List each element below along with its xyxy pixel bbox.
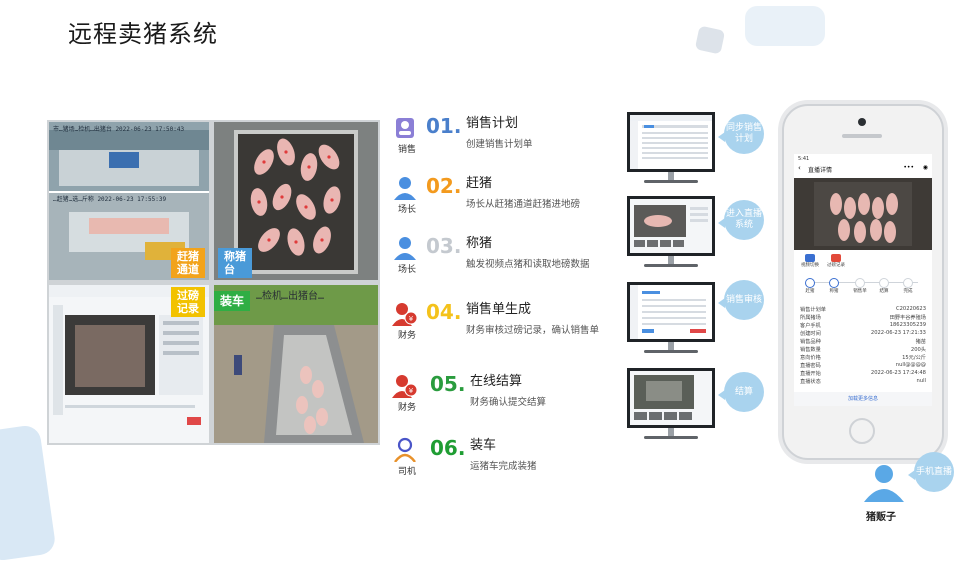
step-01: 销售 01. 销售计划 创建销售计划单 — [392, 114, 622, 174]
monitor-sales-plan — [627, 112, 715, 183]
dealer-label: 猪贩子 — [866, 512, 896, 523]
bubble-settlement: 结算 — [718, 372, 764, 412]
role-label: 场长 — [397, 205, 416, 215]
weigh-record-button[interactable]: 过磅记录 — [824, 254, 848, 268]
decor-square-small — [694, 25, 726, 55]
settlement-screen — [630, 371, 712, 425]
phone-screen: 5:41 ‹ 直播详情 ••• ◉ 视频切换 过磅记录 赶猪 称猪 销售单 结算… — [794, 154, 932, 406]
camera-overlay-top: 市…猪场…检机…出猪台 2022-06-23 17:50:43 — [53, 126, 185, 133]
table-screen — [630, 115, 712, 169]
decor-square-top-right — [745, 6, 825, 46]
bubble-mobile-live: 手机直播 — [908, 452, 954, 492]
bubble-sales-review: 销售审核 — [718, 280, 764, 320]
driver-icon — [394, 437, 416, 462]
tag-loading: 装车 — [214, 291, 251, 311]
finance-icon: ¥ — [392, 375, 418, 398]
step-number: 02. — [426, 174, 462, 198]
home-button[interactable] — [849, 418, 875, 444]
phone-header-title: 直播详情 — [808, 167, 833, 174]
progress-tracker: 赶猪 称猪 销售单 结算 完成 — [794, 278, 932, 300]
monitor-sales-review — [627, 282, 715, 353]
sales-person-icon — [396, 118, 414, 138]
phone-video[interactable] — [794, 178, 932, 250]
phone-header: ‹ 直播详情 ••• ◉ — [794, 164, 932, 176]
video-switch-button[interactable]: 视频切换 — [798, 254, 822, 268]
camera-overlay-mid: …赶猪…选…斤称 2022-06-23 17:55:39 — [53, 196, 167, 203]
step-name: 在线结算 — [470, 374, 523, 389]
tag-scale-platform: 称猪 台 — [218, 248, 252, 278]
weigh-record-icon — [831, 254, 841, 262]
step-desc: 创建销售计划单 — [466, 139, 533, 150]
role-label: 销售 — [397, 145, 416, 155]
progress-step: 赶猪 — [802, 278, 818, 294]
camera-overlay-load: …检机…出猪台… — [256, 291, 325, 302]
camera-feed-loading[interactable]: 装车 …检机…出猪台… — [214, 285, 378, 443]
camera-collage: 市…猪场…检机…出猪台 2022-06-23 17:50:43 …赶猪…选…斤称… — [47, 120, 380, 445]
step-name: 销售计划 — [466, 116, 519, 131]
bubble-sync-plan: 同步销售计划 — [718, 114, 764, 154]
step-02: 场长 02. 赶猪 场长从赶猪通道赶猪进地磅 — [392, 174, 622, 234]
step-05: ¥ 财务 05. 在线结算 财务确认提交结算 — [392, 372, 622, 432]
step-desc: 财务确认提交结算 — [470, 397, 547, 408]
phone-camera — [858, 118, 866, 126]
step-desc: 场长从赶猪通道赶猪进地磅 — [466, 199, 581, 210]
weigh-record-software[interactable]: 过磅 记录 — [49, 285, 209, 443]
more-icon[interactable]: ••• — [903, 164, 914, 171]
step-desc: 财务审核过磅记录，确认销售单 — [466, 325, 600, 336]
step-name: 装车 — [470, 438, 497, 453]
monitor-screen — [627, 368, 715, 428]
record-icon[interactable]: ◉ — [923, 164, 928, 171]
progress-step: 结算 — [876, 278, 892, 294]
step-number: 03. — [426, 234, 462, 258]
video-switch-icon — [805, 254, 815, 262]
role-label: 财务 — [397, 331, 416, 341]
step-name: 销售单生成 — [466, 302, 532, 317]
camera-feed-drive-channel[interactable]: 市…猪场…检机…出猪台 2022-06-23 17:50:43 …赶猪…选…斤称… — [49, 122, 209, 280]
step-04: ¥ 财务 04. 销售单生成 财务审核过磅记录，确认销售单 — [392, 300, 622, 360]
bubble-enter-live: 进入直播系统 — [718, 200, 764, 240]
step-number: 04. — [426, 300, 462, 324]
weigh-record-label: 过磅记录 — [827, 263, 845, 268]
tag-weigh-record: 过磅 记录 — [171, 287, 205, 317]
form-screen — [630, 285, 712, 339]
step-desc: 运猪车完成装猪 — [470, 461, 537, 472]
step-number: 05. — [430, 372, 466, 396]
monitor-screen — [627, 112, 715, 172]
video-screen — [630, 199, 712, 253]
monitor-screen — [627, 196, 715, 256]
role-label: 场长 — [397, 265, 416, 275]
role-label: 司机 — [397, 467, 416, 477]
svg-text:¥: ¥ — [409, 315, 414, 323]
video-switch-label: 视频切换 — [801, 263, 819, 268]
page-title: 远程卖猪系统 — [68, 20, 218, 48]
monitor-live-system — [627, 196, 715, 267]
step-name: 称猪 — [466, 236, 493, 251]
status-bar-time: 5:41 — [798, 156, 810, 162]
svg-text:¥: ¥ — [409, 387, 414, 395]
step-number: 06. — [430, 436, 466, 460]
manager-icon — [394, 177, 416, 200]
monitor-settlement — [627, 368, 715, 439]
tag-drive-channel: 赶猪 通道 — [171, 248, 205, 278]
finance-icon: ¥ — [392, 303, 418, 326]
manager-icon — [394, 237, 416, 260]
step-06: 司机 06. 装车 运猪车完成装猪 — [392, 436, 622, 496]
phone-speaker — [842, 134, 882, 138]
progress-step: 完成 — [900, 278, 916, 294]
live-video-scene — [814, 182, 912, 246]
camera-feed-scale-platform[interactable]: 称猪 台 — [214, 122, 378, 280]
step-desc: 触发视频点猪和读取地磅数据 — [466, 259, 590, 270]
phone-device: 5:41 ‹ 直播详情 ••• ◉ 视频切换 过磅记录 赶猪 称猪 销售单 结算… — [782, 104, 944, 460]
step-name: 赶猪 — [466, 176, 493, 191]
step-03: 场长 03. 称猪 触发视频点猪和读取地磅数据 — [392, 234, 622, 294]
pig-dealer-icon — [864, 465, 904, 502]
monitor-screen — [627, 282, 715, 342]
progress-step: 销售单 — [850, 278, 870, 294]
load-more-button[interactable]: 加载更多信息 — [794, 392, 932, 406]
back-icon[interactable]: ‹ — [798, 164, 801, 172]
progress-step: 称猪 — [826, 278, 842, 294]
step-number: 01. — [426, 114, 462, 138]
role-label: 财务 — [397, 403, 416, 413]
